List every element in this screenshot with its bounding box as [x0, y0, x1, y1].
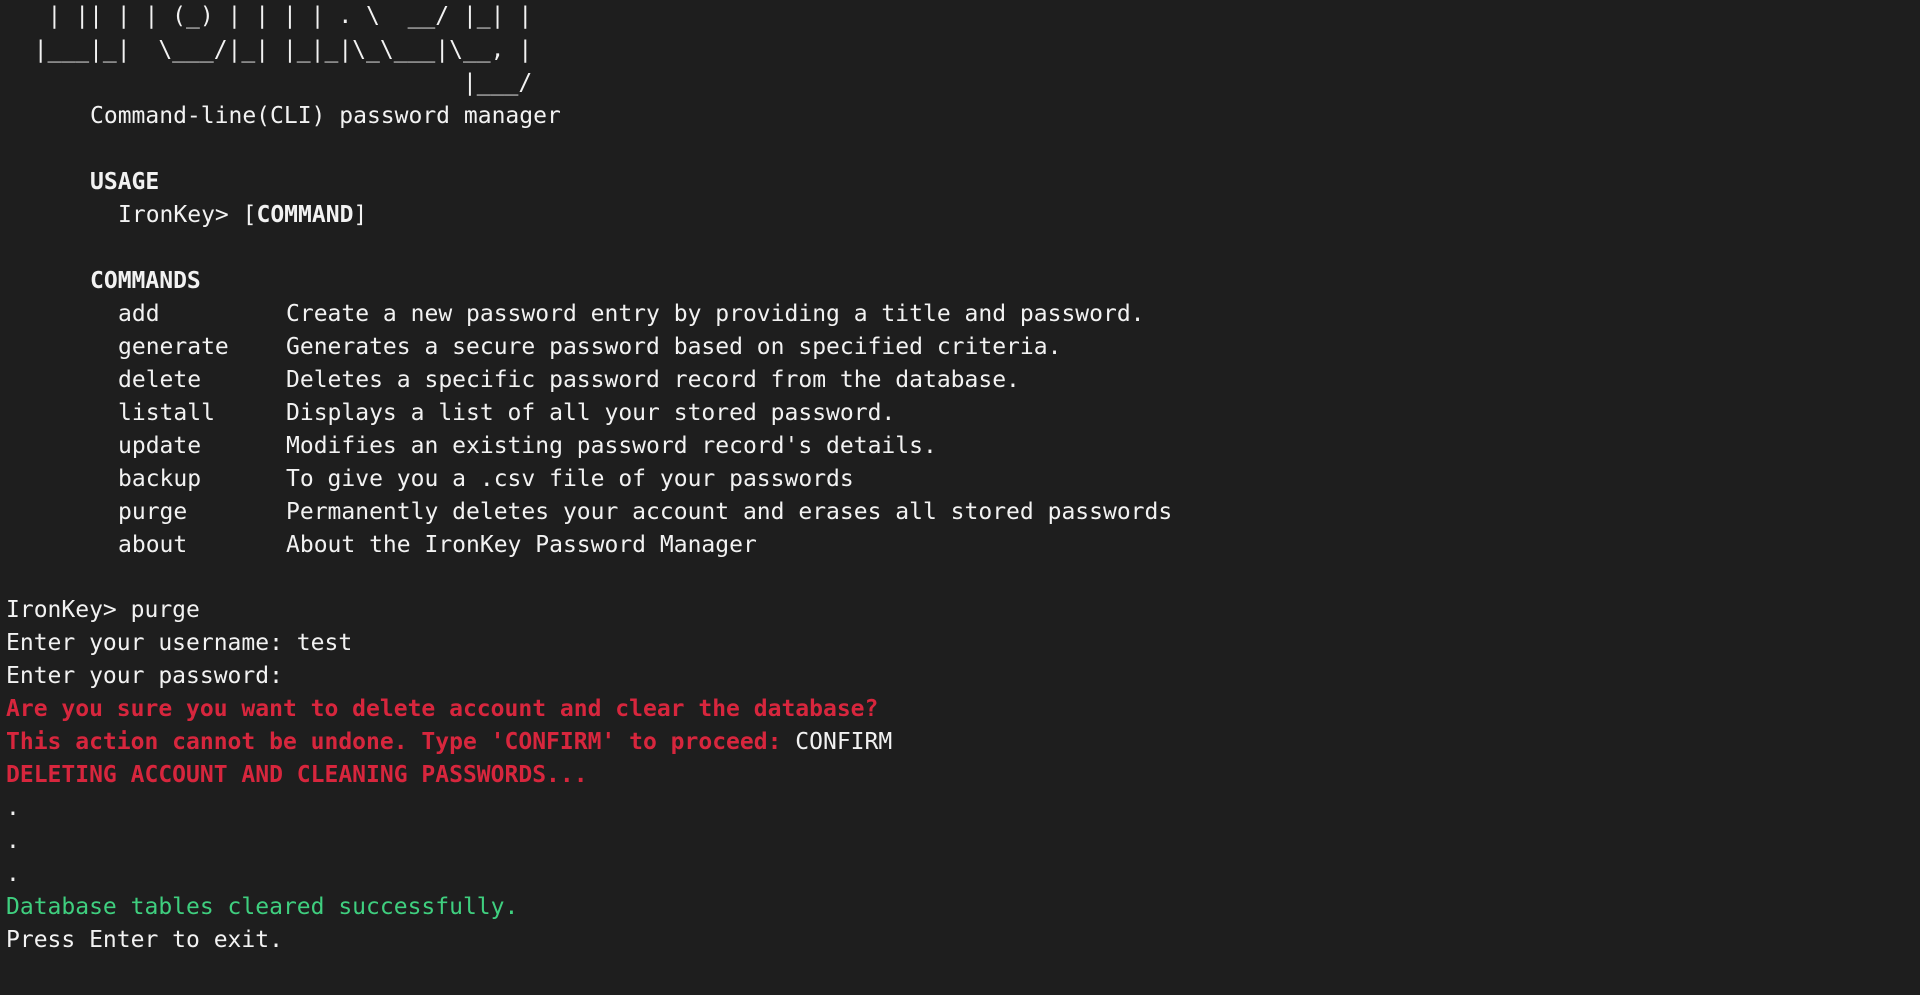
command-row-update: update Modifies an existing password reco… — [118, 430, 937, 463]
progress-dot: . — [6, 828, 20, 854]
deleting-message: DELETING ACCOUNT AND CLEANING PASSWORDS.… — [6, 762, 588, 788]
command-name: add — [118, 301, 160, 327]
command-description: Displays a list of all your stored passw… — [286, 400, 896, 426]
usage-prefix: IronKey> [ — [118, 202, 257, 228]
password-line: Enter your password: — [6, 663, 283, 689]
confirm-line: This action cannot be undone. Type 'CONF… — [6, 726, 892, 759]
command-name: update — [118, 433, 202, 459]
command-row-delete: delete Deletes a specific password record… — [118, 364, 1020, 397]
command-description: Deletes a specific password record from … — [286, 367, 1020, 393]
command-row-generate: generate Generates a secure password base… — [118, 331, 1061, 364]
ascii-banner-line-2: |___|_| \___/|_| |_|_|\_\___|\__, | — [6, 37, 533, 63]
command-name: backup — [118, 466, 202, 492]
command-row-purge: purge Permanently deletes your account an… — [118, 496, 1172, 529]
confirm-prompt: This action cannot be undone. Type 'CONF… — [6, 729, 796, 755]
command-description: To give you a .csv file of your password… — [286, 466, 854, 492]
command-name: delete — [118, 367, 202, 393]
usage-heading: USAGE — [90, 169, 160, 195]
command-description: Permanently deletes your account and era… — [286, 499, 1173, 525]
usage-command-word: COMMAND — [256, 202, 354, 228]
warning-message: Are you sure you want to delete account … — [6, 696, 879, 722]
command-row-listall: listall Displays a list of all your store… — [118, 397, 895, 430]
command-name: about — [118, 532, 188, 558]
usage-line: IronKey> [COMMAND] — [118, 199, 367, 232]
command-row-backup: backup To give you a .csv file of your pa… — [118, 463, 854, 496]
command-description: Modifies an existing password record's d… — [286, 433, 937, 459]
progress-dot: . — [6, 795, 20, 821]
command-description: Generates a secure password based on spe… — [286, 334, 1062, 360]
ascii-banner-line-3: |___/ — [6, 70, 533, 96]
usage-suffix: ] — [353, 202, 368, 228]
command-row-about: about About the IronKey Password Manager — [118, 529, 757, 562]
terminal-window[interactable]: | || | | (_) | | | | . \ __/ |_| | |___|… — [0, 0, 1920, 995]
command-name: listall — [118, 400, 215, 426]
command-name: generate — [118, 334, 229, 360]
progress-dot: . — [6, 861, 20, 887]
ascii-banner-line-1: | || | | (_) | | | | . \ __/ |_| | — [6, 3, 533, 29]
success-message: Database tables cleared successfully. — [6, 894, 519, 920]
username-line: Enter your username: test — [6, 630, 353, 656]
command-description: About the IronKey Password Manager — [286, 532, 757, 558]
commands-heading: COMMANDS — [90, 268, 201, 294]
command-row-add: add Create a new password entry by provid… — [118, 298, 1145, 331]
confirm-input: CONFIRM — [795, 729, 893, 755]
app-tagline: Command-line(CLI) password manager — [90, 103, 561, 129]
exit-prompt: Press Enter to exit. — [6, 927, 283, 953]
command-name: purge — [118, 499, 188, 525]
command-description: Create a new password entry by providing… — [286, 301, 1145, 327]
command-prompt-line: IronKey> purge — [6, 597, 200, 623]
